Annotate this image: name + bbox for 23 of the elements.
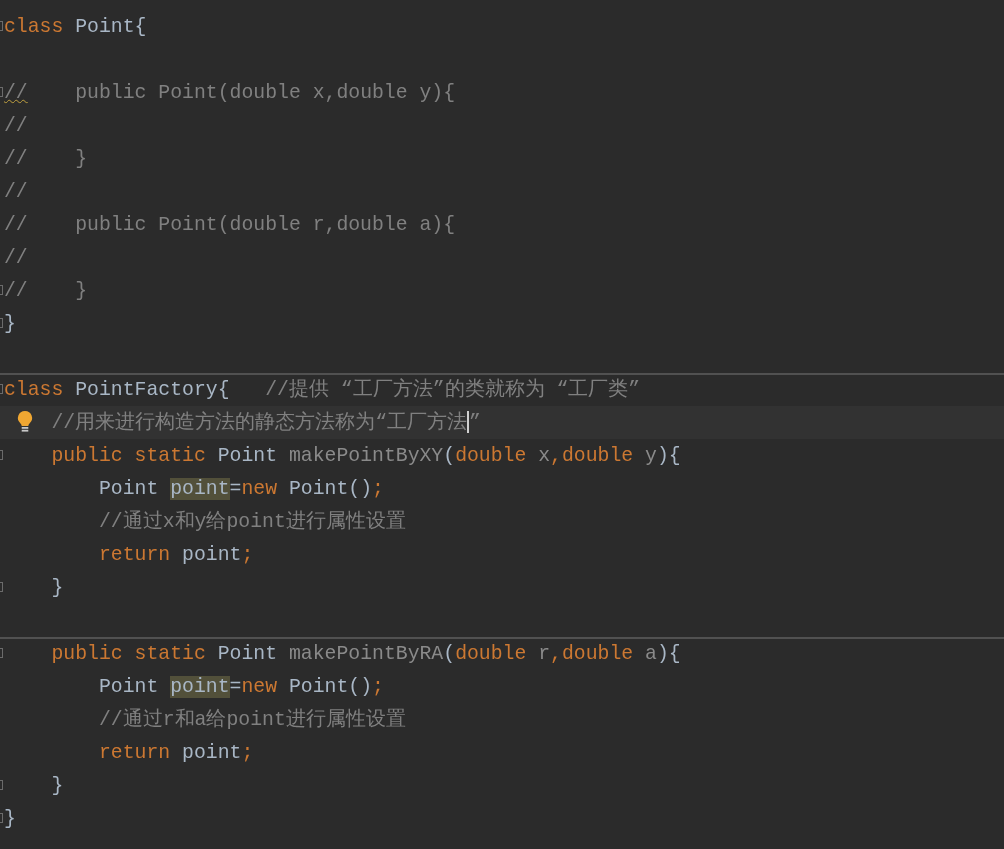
code-line: return point; — [97, 740, 254, 766]
code-line: Point point=new Point(); — [97, 476, 384, 502]
code-line: return point; — [97, 542, 254, 568]
code-line: } — [50, 575, 64, 601]
code-line: // public Point(double r,double a){ — [4, 212, 456, 238]
code-line: class PointFactory{ //提供 “工厂方法”的类就称为 “工厂类” — [4, 377, 641, 403]
code-line: // public Point(double x,double y){ — [4, 80, 456, 106]
code-line: // — [4, 245, 28, 271]
code-line: } — [4, 806, 16, 832]
code-line: // — [4, 179, 28, 205]
code-line: // } — [4, 278, 88, 304]
code-line: Point point=new Point(); — [97, 674, 384, 700]
code-line: //通过x和y给point进行属性设置 — [97, 509, 406, 535]
code-line: public static Point makePointByRA(double r,double a){ — [50, 641, 681, 667]
code-line: } — [4, 311, 16, 337]
code-line: //用来进行构造方法的静态方法称为“工厂方法” — [50, 410, 481, 436]
code-line: } — [50, 773, 64, 799]
code-line: // } — [4, 146, 88, 172]
code-line: //通过r和a给point进行属性设置 — [97, 707, 406, 733]
lightbulb-icon[interactable] — [16, 410, 34, 434]
code-line: public static Point makePointByXY(double x,double y){ — [50, 443, 681, 469]
code-line: class Point{ — [4, 14, 147, 40]
code-line: // — [4, 113, 28, 139]
